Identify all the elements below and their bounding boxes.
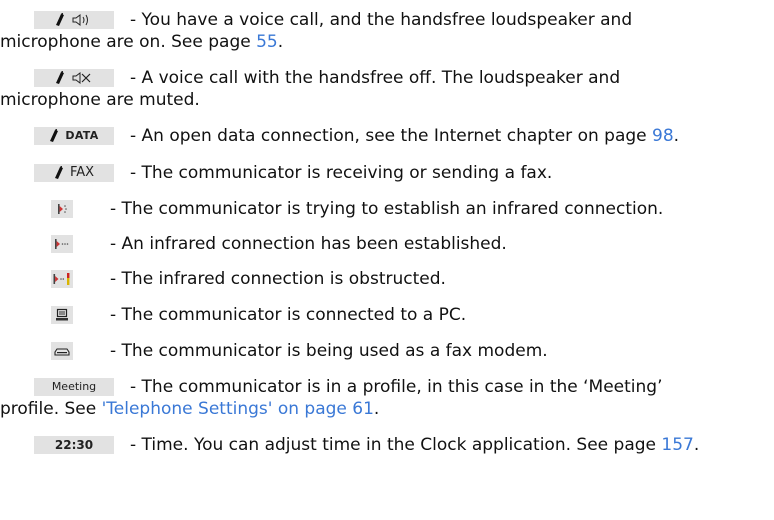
modem-icon [54,348,70,356]
entry-text: - A voice call with the handsfree off. T… [130,68,621,88]
phone-icon [54,166,63,179]
entry-profile: Meeting - The communicator is in a profi… [0,376,768,420]
speaker-muted-icon [72,72,91,84]
entry-text: - The communicator is being used as a fa… [110,341,548,361]
page-link[interactable]: 55 [256,32,278,52]
status-badge [51,342,73,360]
page-link[interactable]: 157 [661,435,693,455]
entry-text: - An infrared connection has been establ… [110,234,507,254]
page-link[interactable]: 98 [652,126,674,146]
entry-infrared-established: - An infrared connection has been establ… [8,233,768,255]
entry-text: - You have a voice call, and the handsfr… [130,10,633,30]
status-badge [51,270,73,288]
status-badge [34,11,114,29]
entry-text: - The communicator is receiving or sendi… [130,163,553,183]
infrared-trying-icon [58,204,67,214]
infrared-obstructed-icon [53,273,70,285]
entry-fax-modem: - The communicator is being used as a fa… [8,340,768,362]
infrared-established-icon [55,239,69,249]
badge-label: DATA [65,129,99,142]
badge-label: FAX [69,165,95,180]
entry-voice-handsfree-on: - You have a voice call, and the handsfr… [0,9,768,53]
phone-icon [56,13,64,26]
speaker-icon [72,14,88,26]
status-badge [34,69,114,87]
badge-label: 22:30 [54,438,94,452]
entry-text: - The communicator is connected to a PC. [110,305,467,325]
telephone-settings-link[interactable]: 'Telephone Settings' on page 61 [102,399,374,419]
entry-infrared-trying: - The communicator is trying to establis… [8,198,768,220]
entry-text: - The communicator is in a profile, in t… [130,377,663,397]
entry-text: - Time. You can adjust time in the Clock… [130,435,700,455]
pc-icon [56,308,68,321]
entry-infrared-obstructed: - The infrared connection is obstructed. [8,268,768,290]
status-badge: Meeting [34,378,114,396]
entry-pc-connected: - The communicator is connected to a PC. [8,304,768,326]
entry-text: - The communicator is trying to establis… [110,199,664,219]
entry-voice-handsfree-off: - A voice call with the handsfree off. T… [0,67,768,111]
document-page: - You have a voice call, and the handsfr… [0,0,774,520]
badge-label: Meeting [51,380,97,393]
phone-icon [56,71,64,84]
entry-text-continued: microphone are on. See page 55. [0,32,284,52]
status-badge: 22:30 [34,436,114,454]
status-badge [51,235,73,253]
entry-text: - An open data connection, see the Inter… [130,126,680,146]
status-badge [51,306,73,324]
status-badge: FAX [34,164,114,182]
entry-text-continued: microphone are muted. [0,90,200,110]
entry-data-connection: DATA - An open data connection, see the … [8,125,768,147]
entry-text: - The infrared connection is obstructed. [110,269,446,289]
entry-text-continued: profile. See 'Telephone Settings' on pag… [0,399,380,419]
status-badge: DATA [34,127,114,145]
entry-time: 22:30 - Time. You can adjust time in the… [8,434,768,456]
entry-fax: FAX - The communicator is receiving or s… [8,162,768,184]
status-badge [51,200,73,218]
phone-icon [50,129,59,142]
